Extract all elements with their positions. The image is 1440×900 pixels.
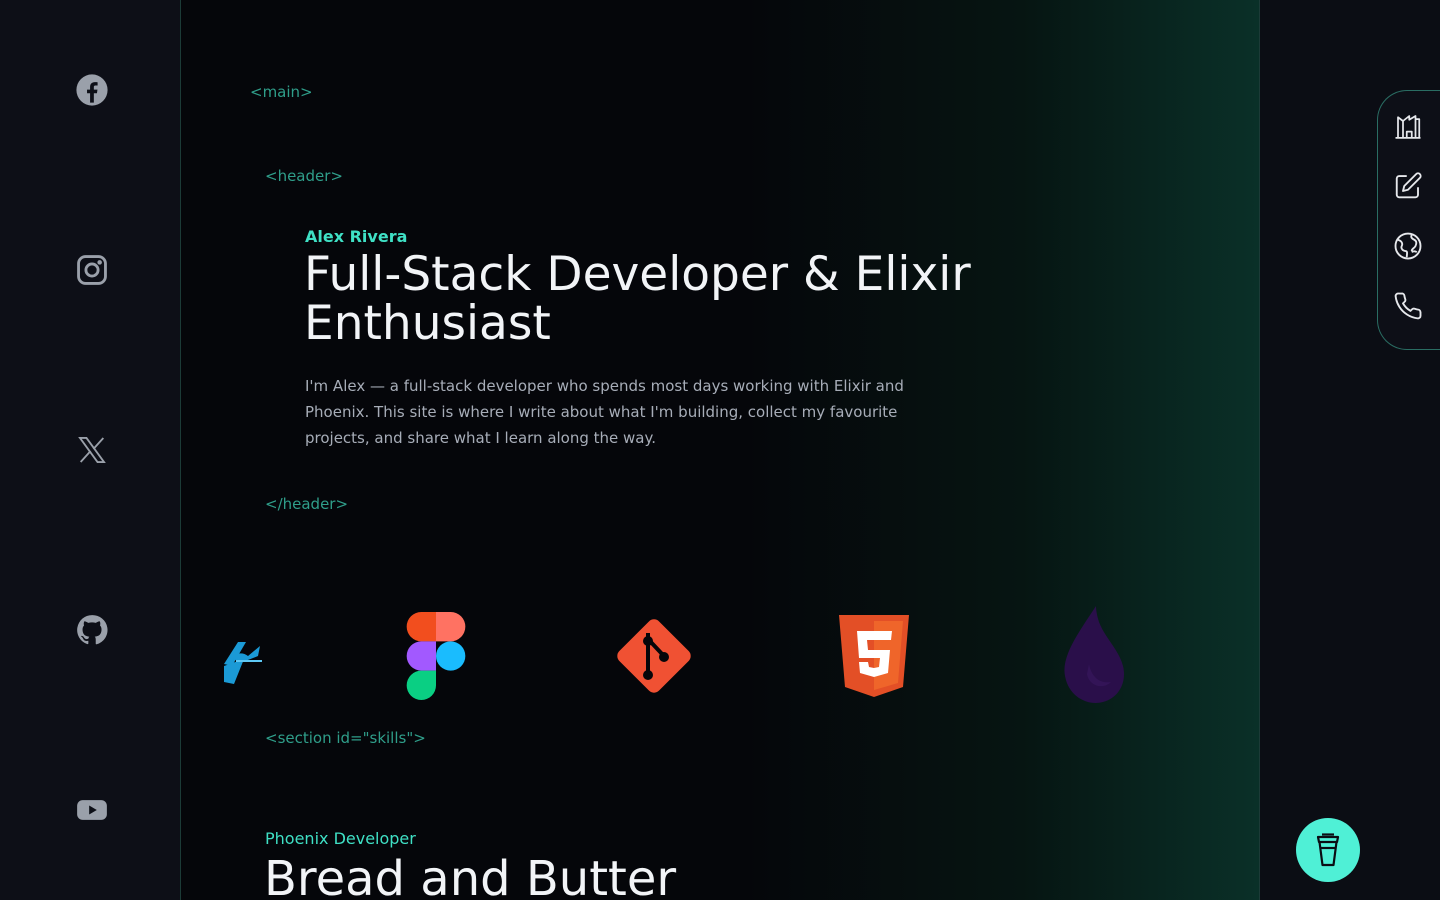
github-link[interactable] [74,612,110,648]
nav-projects-button[interactable] [1392,230,1424,262]
facebook-icon [76,74,108,106]
coffee-cup-icon [1316,833,1340,867]
figma-logo [406,612,466,700]
page: <main> <header> Alex Rivera Full-Stack D… [0,0,1440,900]
globe-icon [1394,232,1422,260]
facebook-link[interactable] [74,72,110,108]
nav-contact-button[interactable] [1392,290,1424,322]
x-icon [78,437,106,463]
phone-icon [1394,292,1422,320]
skills-section-title: Bread and Butter [264,851,677,900]
instagram-icon [77,255,107,285]
skills-section-role: Phoenix Developer [265,829,416,848]
flutter-logo [224,642,262,684]
header-close-tag: </header> [265,495,349,513]
nav-home-button[interactable] [1392,110,1424,142]
x-link[interactable] [74,432,110,468]
home-icon [1395,115,1421,139]
social-sidebar [0,0,180,900]
page-title: Full-Stack Developer & Elixir Enthusiast [304,247,971,351]
author-name: Alex Rivera [305,227,408,246]
intro-paragraph: I'm Alex — a full-stack developer who sp… [305,377,904,447]
youtube-icon [77,800,107,820]
edit-icon [1395,172,1422,199]
elixir-logo [1064,606,1125,703]
instagram-link[interactable] [74,252,110,288]
youtube-link[interactable] [74,792,110,828]
git-logo [617,619,691,693]
header-open-tag: <header> [265,167,343,185]
nav-blog-button[interactable] [1392,170,1424,202]
skills-section-open-tag: <section id="skills"> [265,729,426,747]
main-open-tag: <main> [250,83,313,101]
section-nav [1377,90,1440,350]
github-icon [77,615,108,645]
main-content: <main> <header> Alex Rivera Full-Stack D… [180,0,1260,900]
buy-me-a-coffee-button[interactable] [1296,818,1360,882]
html5-logo [839,615,909,697]
